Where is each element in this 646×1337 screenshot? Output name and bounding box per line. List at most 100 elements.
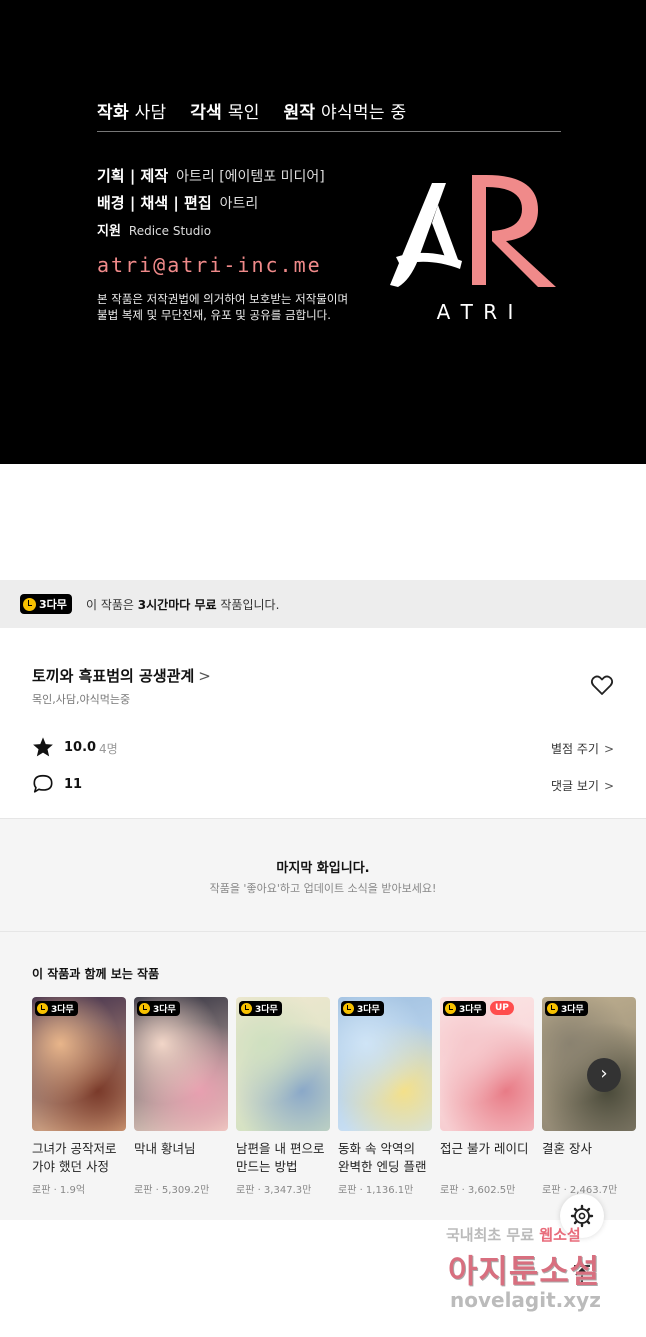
credits-divider [97, 131, 561, 132]
text-part: 이 작품은 [86, 598, 138, 612]
cover-thumbnail: 3다무 [338, 997, 432, 1131]
recommendations-title: 이 작품과 함께 보는 작품 [32, 967, 160, 981]
free-badge: 3다무 [239, 1001, 282, 1016]
rating-count: 4명 [99, 742, 118, 756]
badge-label: 3다무 [561, 1005, 584, 1015]
clock-icon [37, 1003, 48, 1014]
badge-label: 3다무 [153, 1005, 176, 1015]
card-meta: 로판 · 1.9억 [32, 1185, 86, 1196]
comment-count: 11 [64, 777, 83, 792]
credit-name: 아트리 [에이템포 미디어] [176, 169, 325, 185]
card-title-line: 가야 했던 사정 [32, 1159, 109, 1174]
card-title: 막내 황녀님 [134, 1140, 228, 1176]
free-badge: 3다무 [20, 594, 72, 614]
recommendation-card[interactable]: 3다무동화 속 악역의완벽한 엔딩 플랜로판 · 1,136.1만 [338, 997, 432, 1196]
last-episode-sub: 작품을 '좋아요'하고 업데이트 소식을 받아보세요! [209, 882, 437, 895]
comment-icon [33, 774, 53, 793]
notice-line: 본 작품은 저작권법에 의거하여 보호받는 저작물이며 [97, 292, 349, 306]
comment-row: 11 댓글 보기 > [32, 773, 614, 797]
card-title: 동화 속 악역의완벽한 엔딩 플랜 [338, 1140, 432, 1176]
star-icon [33, 737, 53, 757]
card-meta: 로판 · 3,602.5만 [440, 1185, 516, 1196]
clock-icon [343, 1003, 354, 1014]
heart-icon[interactable] [590, 674, 614, 696]
chevron-right-icon: > [603, 779, 614, 793]
recommendation-card[interactable]: 3다무 막내 황녀님 로판 · 5,309.2만 [134, 997, 228, 1196]
rating-row: 10.0 4명 별점 주기 > [32, 736, 614, 760]
badge-label: 3다무 [51, 1005, 74, 1015]
watermark-url: novelagit.xyz [450, 1288, 601, 1312]
card-title-line: 그녀가 공작저로 [32, 1141, 117, 1156]
clock-icon [445, 1003, 456, 1014]
card-title: 결혼 장사 [542, 1140, 636, 1176]
credit-name: Redice Studio [128, 224, 212, 238]
comments-label: 댓글 보기 [550, 779, 599, 793]
cover-thumbnail: 3다무 [542, 997, 636, 1131]
card-title-line: 만드는 방법 [236, 1159, 298, 1174]
text-bold: 3시간마다 무료 [137, 598, 217, 612]
next-arrow-button[interactable]: › [587, 1058, 621, 1092]
badge-label: 3다무 [39, 598, 67, 611]
free-badge: 3다무 [443, 1001, 486, 1016]
credit-role: 각색 [190, 103, 223, 123]
recommendation-card[interactable]: 3다무 결혼 장사 로판 · 2,463.7만 [542, 997, 636, 1196]
chevron-right-icon: > [198, 667, 211, 685]
badge-label: 3다무 [255, 1005, 278, 1015]
clock-icon [23, 597, 36, 611]
credit-row-production: 기획 | 제작 아트리 [에이템포 미디어] [97, 165, 325, 186]
watermark-text: 웹소설 [539, 1226, 581, 1244]
work-title-link[interactable]: 토끼와 흑표범의 공생관계 > [32, 665, 211, 686]
last-episode-heading: 마지막 화입니다. [276, 861, 370, 876]
page: 작화 사담 각색 목인 원작 야식먹는 중 기획 | 제작 아트리 [에이템포 미… [0, 0, 646, 1337]
credit-role: 지원 [97, 224, 121, 239]
free-badge: 3다무 [341, 1001, 384, 1016]
logo-caption: A T R I [437, 300, 516, 324]
cover-thumbnail: 3다무 UP [440, 997, 534, 1131]
rating-value: 10.0 [64, 740, 97, 755]
card-title-line: 남편을 내 편으로 [236, 1141, 325, 1156]
card-meta: 로판 · 1,136.1만 [338, 1185, 414, 1196]
card-title: 그녀가 공작저로가야 했던 사정 [32, 1140, 126, 1176]
up-badge: UP [490, 1001, 514, 1015]
credit-name: 사담 [134, 103, 167, 123]
credit-row-background: 배경 | 채색 | 편집 아트리 [97, 192, 258, 213]
site-watermark: 국내최초 무료 웹소설 아지툰소설 novelagit.xyz [446, 1224, 646, 1337]
recommendations: 이 작품과 함께 보는 작품 3다무그녀가 공작저로가야 했던 사정로판 · 1… [0, 932, 646, 1220]
card-title-line: 접근 불가 레이디 [440, 1141, 529, 1156]
free-banner: 3다무 이 작품은 3시간마다 무료 작품입니다. [0, 580, 646, 628]
clock-icon [547, 1003, 558, 1014]
card-title-line: 완벽한 엔딩 플랜 [338, 1159, 427, 1174]
recommendation-card[interactable]: 3다무 UP 접근 불가 레이디로판 · 3,602.5만 [440, 997, 534, 1196]
credit-role: 원작 [283, 103, 316, 123]
card-title-line: 결혼 장사 [542, 1141, 592, 1156]
work-title: 토끼와 흑표범의 공생관계 [32, 667, 195, 685]
atri-logo: A T R I [390, 175, 556, 324]
last-episode-notice: 마지막 화입니다. 작품을 '좋아요'하고 업데이트 소식을 받아보세요! [0, 819, 646, 931]
watermark-text: 국내최초 무료 [446, 1226, 535, 1244]
free-badge: 3다무 [137, 1001, 180, 1016]
free-badge: 3다무 [545, 1001, 588, 1016]
free-badge: 3다무 [35, 1001, 78, 1016]
recommendation-card[interactable]: 3다무그녀가 공작저로가야 했던 사정로판 · 1.9억 [32, 997, 126, 1196]
card-title: 접근 불가 레이디 [440, 1140, 534, 1176]
view-comments-button[interactable]: 댓글 보기 > [551, 777, 614, 794]
credit-name: 목인 [227, 103, 260, 123]
card-meta: 로판 · 3,347.3만 [236, 1185, 312, 1196]
notice-line: 불법 복제 및 무단전재, 유포 및 공유를 금합니다. [97, 308, 331, 322]
credit-role: 기획 | 제작 [97, 167, 169, 185]
credit-name: 야식먹는 중 [321, 103, 407, 123]
cover-thumbnail: 3다무 [134, 997, 228, 1131]
card-title-line: 동화 속 악역의 [338, 1141, 415, 1156]
credit-role: 작화 [97, 103, 129, 123]
cover-thumbnail: 3다무 [32, 997, 126, 1131]
recommendation-card[interactable]: 3다무남편을 내 편으로만드는 방법로판 · 3,347.3만 [236, 997, 330, 1196]
contact-email: atri@atri-inc.me [97, 253, 322, 277]
card-title: 남편을 내 편으로만드는 방법 [236, 1140, 330, 1176]
work-authors: 목인,사담,야식먹는중 [32, 693, 131, 706]
credits-panel: 작화 사담 각색 목인 원작 야식먹는 중 기획 | 제작 아트리 [에이템포 미… [0, 0, 646, 464]
text-part: 작품입니다. [216, 598, 280, 612]
watermark-brand: 아지툰소설 [448, 1252, 601, 1290]
badge-label: 3다무 [459, 1005, 482, 1015]
free-banner-text: 이 작품은 3시간마다 무료 작품입니다. [86, 596, 279, 613]
rate-button[interactable]: 별점 주기 > [551, 740, 614, 757]
